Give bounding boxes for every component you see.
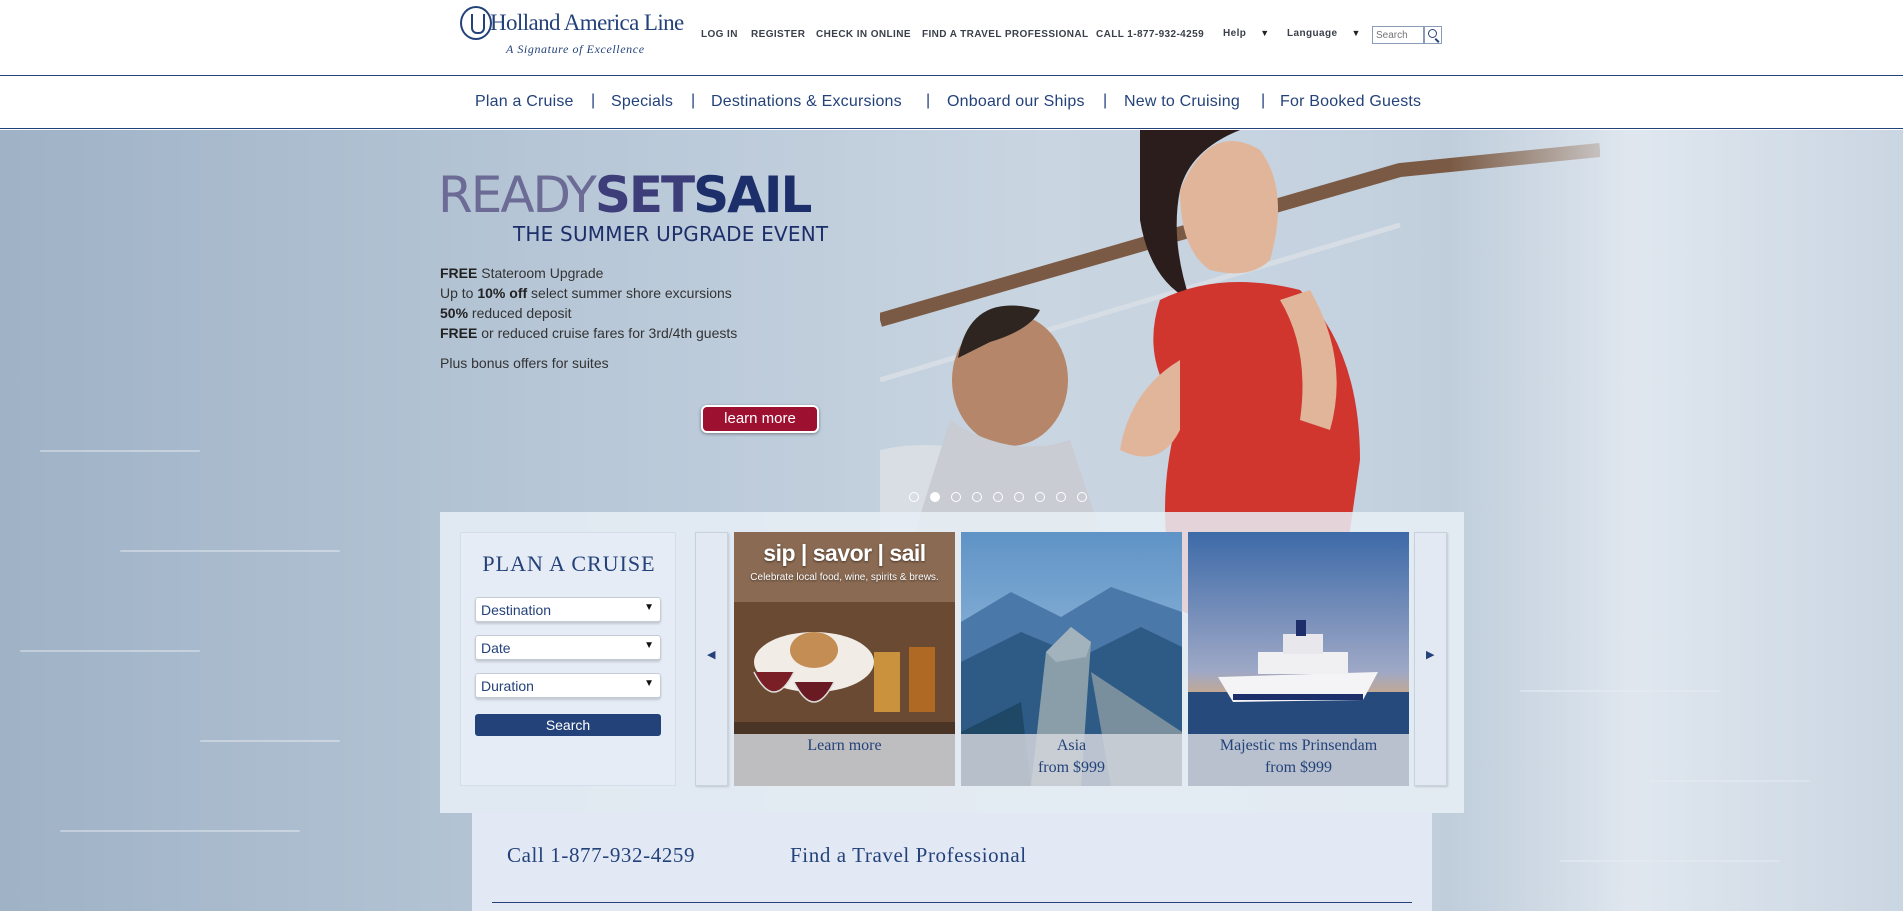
date-select[interactable]: Date ▼ [475,635,661,660]
duration-select[interactable]: Duration ▼ [475,673,661,698]
chevron-right-icon: ▶ [1426,649,1435,661]
help-dropdown[interactable]: Help ▼ [1223,28,1270,39]
login-link[interactable]: LOG IN [701,29,738,40]
plan-a-cruise-widget: PLAN A CRUISE Destination ▼ Date ▼ Duratio… [460,532,676,786]
offer-line: Up to 10% off select summer shore excurs… [440,285,732,301]
nav-specials[interactable]: Specials [611,93,673,111]
nav-separator: | [1261,92,1266,109]
nav-destinations[interactable]: Destinations & Excursions [711,93,902,111]
find-travel-professional-link[interactable]: Find a Travel Professional [790,843,1027,868]
slide-dot[interactable] [972,492,982,502]
plan-and-promo-panel: PLAN A CRUISE Destination ▼ Date ▼ Duratio… [440,512,1464,813]
plan-search-button[interactable]: Search [475,714,661,736]
call-phone-link[interactable]: Call 1-877-932-4259 [507,843,695,868]
hero-subheadline: THE SUMMER UPGRADE EVENT [513,222,829,246]
headline-sail: SAIL [693,166,812,224]
call-link[interactable]: CALL 1-877-932-4259 [1096,29,1204,40]
offer-line: 50% reduced deposit [440,305,572,321]
destination-select[interactable]: Destination ▼ [475,597,661,622]
nav-plan-a-cruise[interactable]: Plan a Cruise [475,93,574,111]
logo-crest-icon [460,6,492,40]
nav-separator: | [591,92,596,109]
promo-tile-food[interactable]: sip | savor | sail Celebrate local food,… [734,532,955,786]
search-icon [1428,29,1437,38]
plan-title: PLAN A CRUISE [482,551,656,576]
slide-dot-active[interactable] [930,492,940,502]
promo-tile-asia[interactable]: Asia from $999 [961,532,1182,786]
slide-dot[interactable] [1035,492,1045,502]
nav-onboard[interactable]: Onboard our Ships [947,93,1085,111]
carousel-prev-button[interactable]: ◀ [695,532,728,786]
find-travel-pro-link[interactable]: FIND A TRAVEL PROFESSIONAL [922,29,1089,40]
hero-banner: READYSETSAIL THE SUMMER UPGRADE EVENT FR… [0,130,1903,911]
carousel-next-button[interactable]: ▶ [1414,532,1447,786]
nav-new-to-cruising[interactable]: New to Cruising [1124,93,1240,111]
brand-tagline: A Signature of Excellence [506,42,645,56]
slide-dot[interactable] [909,492,919,502]
chevron-down-icon: ▼ [1351,28,1361,38]
language-dropdown[interactable]: Language ▼ [1287,28,1361,39]
slide-dot[interactable] [1014,492,1024,502]
bonus-offer: Plus bonus offers for suites [440,355,609,371]
help-label: Help [1223,28,1247,39]
search-button[interactable] [1424,26,1442,44]
tile-caption: Majestic ms Prinsendam from $999 [1188,734,1409,786]
tile-subheading: Celebrate local food, wine, spirits & br… [750,572,939,583]
tile-caption: Asia from $999 [961,734,1182,786]
tile-heading: sip | savor | sail [763,540,926,566]
language-label: Language [1287,28,1338,39]
slide-dot[interactable] [1077,492,1087,502]
slide-dot[interactable] [951,492,961,502]
headline-ready: READY [438,166,597,224]
promo-carousel: ◀ sip | savor | sail Celebrate local foo… [695,532,1447,786]
chevron-down-icon: ▼ [644,640,654,651]
nav-separator: | [926,92,931,109]
check-in-link[interactable]: CHECK IN ONLINE [816,29,911,40]
offer-line: FREE or reduced cruise fares for 3rd/4th… [440,325,738,341]
brand-name: Holland America Line [490,10,684,35]
divider [492,902,1412,903]
nav-separator: | [1103,92,1108,109]
main-nav: Plan a Cruise | Specials | Destinations … [0,77,1903,129]
brand-logo[interactable]: Holland America Line A Signature of Exce… [460,6,684,58]
search-input[interactable] [1372,26,1424,44]
hero-headline: READYSETSAIL [438,170,812,220]
chevron-down-icon: ▼ [1260,28,1270,38]
nav-separator: | [691,92,696,109]
slide-dot[interactable] [1056,492,1066,502]
nav-booked-guests[interactable]: For Booked Guests [1280,93,1421,111]
top-header: Holland America Line A Signature of Exce… [0,0,1903,76]
promo-tile-prinsendam[interactable]: Majestic ms Prinsendam from $999 [1188,532,1409,786]
chevron-left-icon: ◀ [707,649,716,661]
learn-more-button[interactable]: learn more [701,405,819,433]
chevron-down-icon: ▼ [644,678,654,689]
slide-dot[interactable] [993,492,1003,502]
tile-caption: Learn more [734,734,955,786]
contact-strip: Call 1-877-932-4259 Find a Travel Profes… [472,813,1432,911]
offer-line: FREE Stateroom Upgrade [440,265,604,281]
headline-set: SET [594,166,695,224]
register-link[interactable]: REGISTER [751,29,805,40]
chevron-down-icon: ▼ [644,602,654,613]
